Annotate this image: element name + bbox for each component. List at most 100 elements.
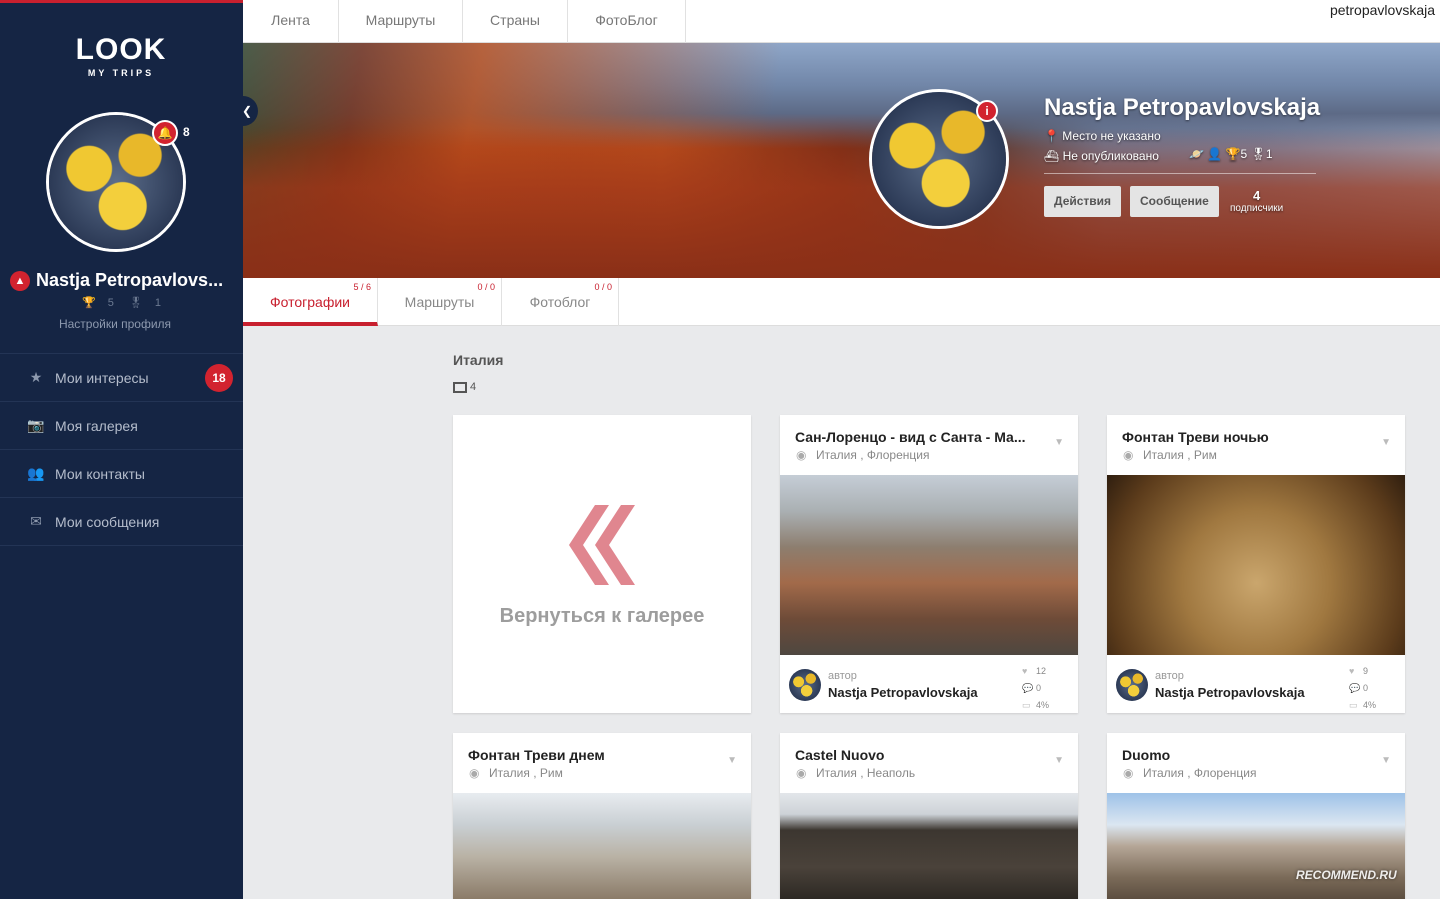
envelope-icon: ✉: [30, 513, 42, 529]
profile-published-text: Не опубликовано: [1062, 149, 1159, 163]
double-chevron-left-icon: [569, 505, 635, 585]
photo-card[interactable]: Фонтан Треви ночью ◉ Италия , Рим ▼ автор…: [1107, 415, 1405, 713]
photo-footer: автор Nastja Petropavlovskaja ♥ 12 💬 0 ▭ 4%: [780, 655, 1078, 713]
content-tabs: 5 / 6 Фотографии 0 / 0 Маршруты 0 / 0 Фо…: [243, 278, 1440, 326]
actions-button[interactable]: Действия: [1044, 186, 1122, 217]
message-button[interactable]: Сообщение: [1130, 186, 1219, 217]
sidebar-item-label: Мои контакты: [55, 465, 145, 482]
sidebar-item-label: Мои интересы: [55, 369, 149, 386]
chevron-left-icon: ❮: [241, 104, 253, 118]
tab-photoblog[interactable]: ФотоБлог: [568, 0, 686, 43]
sidebar-user[interactable]: ▲ Nastja Petropavlovs...: [10, 270, 240, 291]
photo-location: ◉ Италия , Флоренция: [796, 448, 930, 462]
photo-stats: ♥ 9 💬 0 ▭ 4%: [1349, 663, 1376, 713]
photo-card[interactable]: Castel Nuovo ◉ Италия , Неаполь ▼: [780, 733, 1078, 899]
photo-image[interactable]: [1107, 793, 1405, 899]
photo-location: ◉ Италия , Рим: [469, 766, 563, 780]
likes-count: 9: [1363, 666, 1369, 676]
tab-feed[interactable]: Лента: [243, 0, 339, 43]
back-to-gallery-card[interactable]: Вернуться к галерее: [453, 415, 751, 713]
trophy-icon: 🏆: [82, 297, 96, 309]
profile-location: 📍 Место не указано: [1044, 129, 1161, 143]
sidebar-user-name: Nastja Petropavlovs...: [36, 270, 224, 290]
photo-image[interactable]: [453, 793, 751, 899]
sidebar-top-accent: [0, 0, 243, 3]
photo-city: Рим: [539, 766, 563, 780]
sidebar-item-interests[interactable]: ★ Мои интересы 18: [0, 354, 243, 402]
sidebar-item-gallery[interactable]: 📷 Моя галерея: [0, 402, 243, 450]
photo-stats: ♥ 12 💬 0 ▭ 4%: [1022, 663, 1049, 713]
profile-badges: 🪐 👤 🏆5 🎖1: [1189, 147, 1273, 161]
info-icon[interactable]: i: [976, 100, 998, 122]
tab-label: Фотоблог: [529, 294, 591, 310]
location-pin-icon: ◉: [796, 766, 807, 780]
tab-count: 0 / 0: [594, 282, 612, 292]
sidebar: LOOK MY TRIPS 🔔 8 ▲ Nastja Petropavlovs.…: [0, 0, 243, 899]
photo-city: Неаполь: [866, 766, 916, 780]
photo-image[interactable]: [1107, 475, 1405, 655]
sidebar-stats: 🏆 5 🎖 1: [0, 296, 243, 309]
profile-settings-link[interactable]: Настройки профиля: [0, 317, 230, 331]
author-label: автор: [1155, 670, 1184, 682]
boat-icon: ⛴: [1044, 149, 1060, 163]
tab-photoblog-content[interactable]: 0 / 0 Фотоблог: [502, 278, 619, 326]
photo-title: Фонтан Треви ночью: [1122, 429, 1269, 445]
photo-image[interactable]: [780, 793, 1078, 899]
app-logo[interactable]: LOOK MY TRIPS: [66, 32, 176, 88]
photo-title: Фонтан Треви днем: [468, 747, 605, 763]
back-to-gallery-label: Вернуться к галерее: [499, 605, 705, 627]
location-pin-icon: ◉: [1123, 766, 1134, 780]
medal-icon: 🎖: [1250, 147, 1266, 161]
star-icon: ★: [29, 369, 43, 385]
chevron-down-icon[interactable]: ▼: [727, 755, 737, 766]
author-label: автор: [828, 670, 857, 682]
sidebar-item-contacts[interactable]: 👥 Мои контакты: [0, 450, 243, 498]
comment-icon[interactable]: 💬: [1022, 680, 1036, 697]
tab-countries[interactable]: Страны: [463, 0, 568, 43]
chevron-down-icon[interactable]: ▼: [1054, 437, 1064, 448]
location-pin-icon: 📍: [1044, 129, 1059, 143]
progress-icon: ▭: [1349, 700, 1358, 710]
profile-published: ⛴ Не опубликовано: [1044, 149, 1159, 163]
tab-label: Маршруты: [404, 294, 475, 310]
photo-location: ◉ Италия , Флоренция: [1123, 766, 1257, 780]
sidebar-item-messages[interactable]: ✉ Мои сообщения: [0, 498, 243, 546]
photo-footer: автор Nastja Petropavlovskaja ♥ 9 💬 0 ▭ 4%: [1107, 655, 1405, 713]
tab-routes[interactable]: Маршруты: [339, 0, 463, 43]
comment-icon[interactable]: 💬: [1349, 680, 1363, 697]
photo-city: Флоренция: [866, 448, 930, 462]
author-name[interactable]: Nastja Petropavlovskaja: [1155, 685, 1305, 700]
profile-separator: [1044, 173, 1316, 174]
bell-icon[interactable]: 🔔: [152, 120, 178, 146]
photo-title: Castel Nuovo: [795, 747, 885, 763]
subscribers[interactable]: 4 подписчики: [1230, 188, 1283, 214]
comments-count: 0: [1036, 683, 1042, 693]
photo-country: Италия: [816, 766, 857, 780]
tab-count: 0 / 0: [477, 282, 495, 292]
location-pin-icon: ◉: [796, 448, 807, 462]
logo-subtext: MY TRIPS: [87, 68, 155, 78]
heart-icon[interactable]: ♥: [1349, 663, 1363, 680]
trophy-icon: 🏆: [1225, 147, 1241, 161]
top-username[interactable]: petropavlovskaja: [1330, 2, 1435, 18]
rating-percent: 4%: [1363, 700, 1377, 710]
chevron-down-icon[interactable]: ▼: [1381, 437, 1391, 448]
photo-card[interactable]: Фонтан Треви днем ◉ Италия , Рим ▼: [453, 733, 751, 899]
author-avatar[interactable]: [789, 669, 821, 701]
trophy-count: 5: [107, 297, 114, 309]
tab-photos[interactable]: 5 / 6 Фотографии: [243, 278, 378, 326]
tab-routes-content[interactable]: 0 / 0 Маршруты: [378, 278, 502, 326]
profile-location-text: Место не указано: [1062, 129, 1161, 143]
subscribers-count: 4: [1253, 188, 1261, 203]
chevron-down-icon[interactable]: ▼: [1054, 755, 1064, 766]
heart-icon[interactable]: ♥: [1022, 663, 1036, 680]
profile-medal-count: 1: [1265, 147, 1273, 161]
chevron-up-icon[interactable]: ▲: [10, 270, 30, 291]
tab-count: 5 / 6: [353, 282, 371, 292]
chevron-down-icon[interactable]: ▼: [1381, 755, 1391, 766]
author-avatar[interactable]: [1116, 669, 1148, 701]
author-name[interactable]: Nastja Petropavlovskaja: [828, 685, 978, 700]
photo-card[interactable]: Сан-Лоренцо - вид с Санта - Ма... ◉ Итали…: [780, 415, 1078, 713]
photo-country: Италия: [1143, 766, 1184, 780]
photo-image[interactable]: [780, 475, 1078, 655]
